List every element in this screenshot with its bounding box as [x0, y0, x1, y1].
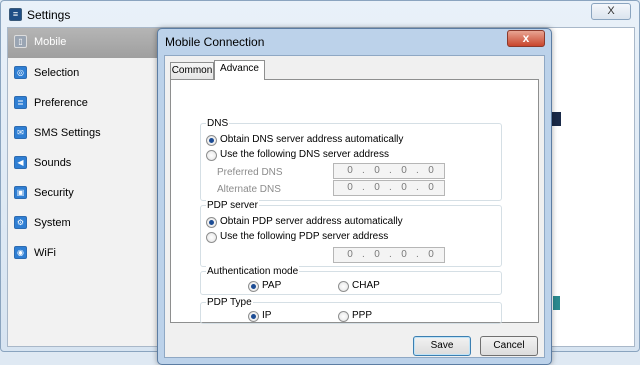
auth-chap-radio[interactable]	[338, 281, 349, 292]
auth-chap-label: CHAP	[352, 280, 380, 291]
dialog-close-button[interactable]: x	[507, 30, 545, 47]
settings-window-title: Settings	[27, 8, 71, 22]
dialog-title: Mobile Connection	[165, 35, 265, 49]
pdp-type-ip-label: IP	[262, 310, 272, 321]
dns-auto-label: Obtain DNS server address automatically	[220, 134, 404, 145]
ip-dot: .	[389, 249, 392, 260]
ip-dot: .	[416, 182, 419, 193]
ip-octet: 0	[428, 182, 434, 193]
sidebar-item-mobile[interactable]: ▯ Mobile	[8, 28, 168, 58]
ip-octet: 0	[374, 182, 380, 193]
system-icon: ⚙	[14, 216, 27, 229]
sidebar-item-security[interactable]: ▣ Security	[8, 179, 168, 209]
dns-manual-label: Use the following DNS server address	[220, 149, 389, 160]
tab-common[interactable]: Common	[170, 62, 214, 79]
dns-group: DNS Obtain DNS server address automatica…	[200, 118, 502, 201]
auth-mode-group: Authentication mode PAP CHAP	[200, 266, 502, 295]
sidebar-item-preference[interactable]: ≣ Preference	[8, 89, 168, 119]
sms-icon: ✉	[14, 126, 27, 139]
alternate-dns-input[interactable]: 0. 0. 0. 0	[333, 180, 445, 196]
settings-close-button[interactable]: X	[591, 3, 631, 20]
settings-sidebar: ▯ Mobile ◎ Selection ≣ Preference ✉ SMS …	[8, 28, 168, 346]
dns-legend: DNS	[206, 118, 230, 129]
sidebar-item-selection[interactable]: ◎ Selection	[8, 59, 168, 89]
ip-octet: 0	[374, 249, 380, 260]
settings-app-icon: ≡	[9, 8, 22, 21]
sidebar-item-label: Mobile	[34, 36, 67, 48]
pdp-server-group: PDP server Obtain PDP server address aut…	[200, 200, 502, 267]
tab-advance[interactable]: Advance	[214, 60, 265, 80]
alternate-dns-label: Alternate DNS	[217, 184, 281, 195]
ip-dot: .	[389, 165, 392, 176]
ip-octet: 0	[374, 165, 380, 176]
sidebar-item-label: Selection	[34, 67, 80, 79]
content-divider	[551, 38, 563, 298]
sidebar-item-label: System	[34, 217, 71, 229]
ip-dot: .	[416, 249, 419, 260]
ip-octet: 0	[347, 249, 353, 260]
dns-manual-radio[interactable]	[206, 150, 217, 161]
advance-tab-panel: DNS Obtain DNS server address automatica…	[170, 79, 539, 324]
ip-dot: .	[362, 165, 365, 176]
ip-octet: 0	[401, 165, 407, 176]
ip-octet: 0	[347, 165, 353, 176]
sidebar-item-system[interactable]: ⚙ System	[8, 209, 168, 239]
sidebar-item-label: WiFi	[34, 247, 56, 259]
pdp-type-legend: PDP Type	[206, 297, 253, 308]
settings-titlebar: ≡ Settings X	[1, 1, 639, 27]
sound-icon: ◀	[14, 156, 27, 169]
ip-dot: .	[362, 182, 365, 193]
sidebar-item-label: Sounds	[34, 157, 72, 169]
pdp-type-ppp-radio[interactable]	[338, 311, 349, 322]
pdp-address-input[interactable]: 0. 0. 0. 0	[333, 247, 445, 263]
pdp-server-legend: PDP server	[206, 200, 259, 211]
pdp-manual-radio[interactable]	[206, 232, 217, 243]
auth-mode-legend: Authentication mode	[206, 266, 300, 277]
ip-octet: 0	[401, 249, 407, 260]
ip-dot: .	[389, 182, 392, 193]
sidebar-item-label: Security	[34, 187, 74, 199]
mobile-connection-dialog: Mobile Connection x Common Advance DNS O…	[157, 28, 552, 365]
ip-dot: .	[416, 165, 419, 176]
sidebar-item-label: Preference	[34, 97, 88, 109]
ip-octet: 0	[428, 249, 434, 260]
pdp-type-group: PDP Type IP PPP	[200, 297, 502, 324]
content-fragment	[552, 112, 561, 126]
pdp-auto-radio[interactable]	[206, 217, 217, 228]
ip-octet: 0	[347, 182, 353, 193]
selection-icon: ◎	[14, 66, 27, 79]
security-icon: ▣	[14, 186, 27, 199]
pdp-manual-label: Use the following PDP server address	[220, 231, 389, 242]
sidebar-item-wifi[interactable]: ◉ WiFi	[8, 239, 168, 269]
dns-auto-radio[interactable]	[206, 135, 217, 146]
preference-icon: ≣	[14, 96, 27, 109]
pdp-auto-label: Obtain PDP server address automatically	[220, 216, 403, 227]
dialog-body: Common Advance DNS Obtain DNS server add…	[164, 55, 545, 358]
preferred-dns-label: Preferred DNS	[217, 167, 283, 178]
mobile-icon: ▯	[14, 35, 27, 48]
save-button[interactable]: Save	[413, 336, 471, 356]
cancel-button[interactable]: Cancel	[480, 336, 538, 356]
auth-pap-radio[interactable]	[248, 281, 259, 292]
ip-octet: 0	[401, 182, 407, 193]
pdp-type-ppp-label: PPP	[352, 310, 373, 321]
sidebar-item-sms-settings[interactable]: ✉ SMS Settings	[8, 119, 168, 149]
ip-octet: 0	[428, 165, 434, 176]
sidebar-item-label: SMS Settings	[34, 127, 101, 139]
auth-pap-label: PAP	[262, 280, 282, 291]
ip-dot: .	[362, 249, 365, 260]
content-fragment	[553, 296, 560, 310]
sidebar-item-sounds[interactable]: ◀ Sounds	[8, 149, 168, 179]
pdp-type-ip-radio[interactable]	[248, 311, 259, 322]
wifi-icon: ◉	[14, 246, 27, 259]
preferred-dns-input[interactable]: 0. 0. 0. 0	[333, 163, 445, 179]
